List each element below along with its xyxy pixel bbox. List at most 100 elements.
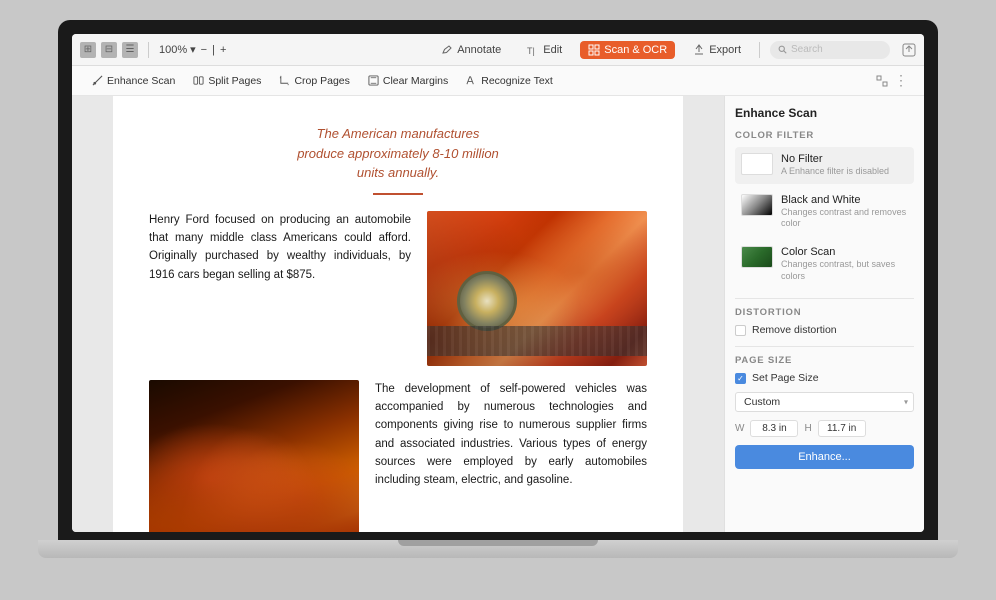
crop-pages-label: Crop Pages (294, 75, 349, 87)
remove-distortion-label: Remove distortion (752, 324, 837, 336)
recognize-text-btn[interactable]: Recognize Text (458, 72, 561, 90)
set-page-size-label: Set Page Size (752, 372, 819, 384)
enhance-button[interactable]: Enhance... (735, 445, 914, 469)
zoom-sep: | (212, 44, 215, 56)
document-area: The American manufacturesproduce approxi… (72, 96, 724, 532)
zoom-chevron: ▾ (190, 43, 196, 56)
grid-icon-3[interactable]: ☰ (122, 42, 138, 58)
width-input[interactable]: 8.3 in (750, 420, 798, 437)
crop-pages-btn[interactable]: Crop Pages (271, 72, 357, 90)
split-pages-btn[interactable]: Split Pages (185, 72, 269, 90)
split-pages-icon (193, 75, 204, 86)
remove-distortion-row[interactable]: Remove distortion (735, 324, 914, 336)
quote-divider (373, 193, 423, 195)
zoom-minus[interactable]: − (199, 44, 209, 56)
export-label: Export (709, 44, 741, 56)
main-area: The American manufacturesproduce approxi… (72, 96, 924, 532)
no-filter-info: No Filter A Enhance filter is disabled (781, 153, 908, 178)
color-scan-thumb (741, 246, 773, 268)
clear-margins-label: Clear Margins (383, 75, 448, 87)
view-icons: ⊞ ⊟ ☰ (80, 42, 138, 58)
car-headlight (457, 271, 517, 331)
divider-2 (735, 346, 914, 347)
second-section: The development of self-powered vehicles… (149, 380, 647, 533)
enhance-scan-label: Enhance Scan (107, 75, 175, 87)
width-label: W (735, 423, 744, 434)
car-image (427, 211, 647, 366)
bw-filter-info: Black and White Changes contrast and rem… (781, 194, 908, 230)
secondary-toolbar: Enhance Scan Split Pages Crop Pages Clea… (72, 66, 924, 96)
search-icon (778, 45, 787, 54)
no-filter-desc: A Enhance filter is disabled (781, 166, 908, 178)
bw-filter-option[interactable]: Black and White Changes contrast and rem… (735, 188, 914, 236)
bw-filter-desc: Changes contrast and removes color (781, 207, 908, 230)
macbook-base-notch (398, 540, 598, 546)
grid-icon-2[interactable]: ⊟ (101, 42, 117, 58)
height-input[interactable]: 11.7 in (818, 420, 866, 437)
car-image-col (427, 211, 647, 366)
fire-image (149, 380, 359, 533)
no-filter-option[interactable]: No Filter A Enhance filter is disabled (735, 147, 914, 184)
annotate-button[interactable]: Annotate (433, 41, 509, 59)
panel-title: Enhance Scan (735, 106, 914, 120)
remove-distortion-checkbox[interactable] (735, 325, 746, 336)
dimension-row: W 8.3 in H 11.7 in (735, 420, 914, 437)
zoom-plus[interactable]: + (218, 44, 228, 56)
document-page: The American manufacturesproduce approxi… (113, 96, 683, 532)
svg-text:T|: T| (527, 46, 535, 56)
para2: The development of self-powered vehicles… (375, 380, 647, 490)
sep-1 (148, 42, 149, 58)
screen: ⊞ ⊟ ☰ 100% ▾ − | + Annotate (72, 34, 924, 532)
page-size-dropdown-row: Custom ▾ (735, 392, 914, 412)
zoom-level: 100% (159, 44, 187, 56)
no-filter-thumb (741, 153, 773, 175)
page-size-select[interactable]: Custom (735, 392, 914, 412)
share-icon[interactable] (902, 43, 916, 57)
bw-filter-name: Black and White (781, 194, 908, 206)
macbook-base (38, 540, 958, 558)
color-scan-info: Color Scan Changes contrast, but saves c… (781, 246, 908, 282)
clear-margins-btn[interactable]: Clear Margins (360, 72, 456, 90)
set-page-size-row[interactable]: ✓ Set Page Size (735, 372, 914, 384)
right-panel: Enhance Scan COLOR FILTER No Filter A En… (724, 96, 924, 532)
color-scan-option[interactable]: Color Scan Changes contrast, but saves c… (735, 240, 914, 288)
para1: Henry Ford focused on producing an autom… (149, 211, 411, 285)
color-scan-desc: Changes contrast, but saves colors (781, 259, 908, 282)
expand-icon[interactable] (876, 75, 888, 87)
no-filter-name: No Filter (781, 153, 908, 165)
divider-1 (735, 298, 914, 299)
scan-ocr-button[interactable]: Scan & OCR (580, 41, 675, 59)
enhance-scan-btn[interactable]: Enhance Scan (84, 72, 183, 90)
height-label: H (804, 423, 811, 434)
enhance-scan-icon (92, 75, 103, 86)
clear-margins-icon (368, 75, 379, 86)
screen-bezel: ⊞ ⊟ ☰ 100% ▾ − | + Annotate (58, 20, 938, 540)
set-page-size-checkbox[interactable]: ✓ (735, 373, 746, 384)
nav-buttons: Annotate T| Edit Scan & OCR Export (433, 41, 749, 59)
export-icon (693, 44, 705, 56)
quote-text: The American manufacturesproduce approxi… (149, 124, 647, 183)
color-filter-label: COLOR FILTER (735, 130, 914, 141)
zoom-control: 100% ▾ − | + (159, 43, 228, 56)
search-box[interactable]: Search (770, 41, 890, 59)
export-button[interactable]: Export (685, 41, 749, 59)
second-text-col: The development of self-powered vehicles… (375, 380, 647, 533)
edit-icon: T| (527, 44, 539, 56)
first-text-col: Henry Ford focused on producing an autom… (149, 211, 411, 366)
sep-2 (759, 42, 760, 58)
scan-ocr-label: Scan & OCR (604, 44, 667, 56)
grid-icon-1[interactable]: ⊞ (80, 42, 96, 58)
distortion-label: DISTORTION (735, 307, 914, 318)
first-section: Henry Ford focused on producing an autom… (149, 211, 647, 366)
car-grill (427, 326, 647, 356)
annotate-icon (441, 44, 453, 56)
bw-filter-thumb (741, 194, 773, 216)
edit-button[interactable]: T| Edit (519, 41, 570, 59)
search-placeholder: Search (791, 44, 823, 55)
recognize-text-icon (466, 75, 477, 86)
split-pages-label: Split Pages (208, 75, 261, 87)
main-toolbar: ⊞ ⊟ ☰ 100% ▾ − | + Annotate (72, 34, 924, 66)
more-options[interactable]: ⋮ (890, 72, 912, 89)
recognize-text-label: Recognize Text (481, 75, 553, 87)
page-size-label: PAGE SIZE (735, 355, 914, 366)
